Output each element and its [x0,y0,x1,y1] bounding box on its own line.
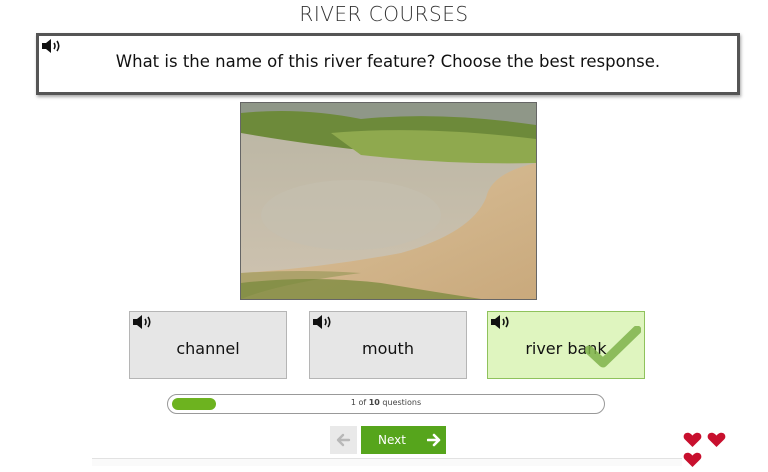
arrow-right-icon [426,433,441,450]
question-box: What is the name of this river feature? … [36,33,740,95]
speaker-icon[interactable] [312,314,334,330]
back-button[interactable] [330,426,357,454]
heart-icon [683,452,702,472]
arrow-left-icon [330,433,357,457]
question-text: What is the name of this river feature? … [115,52,661,71]
river-feature-photo [240,102,537,300]
option-label: mouth [362,339,414,358]
answer-option-mouth[interactable]: mouth [309,311,467,379]
answer-option-channel[interactable]: channel [129,311,287,379]
heart-icon [683,432,702,452]
speaker-icon[interactable] [132,314,154,330]
answer-option-river-bank[interactable]: river bank [487,311,645,379]
option-label: channel [176,339,240,358]
checkmark-icon [584,325,642,372]
progress-bar: 1 of 10 questions [167,394,605,414]
next-button[interactable]: Next [361,426,446,454]
speaker-icon[interactable] [490,314,512,330]
heart-icon [707,432,726,452]
lives-indicator [683,432,745,467]
page-title: RIVER COURSES [299,2,469,26]
progress-text: 1 of 10 questions [350,398,422,407]
next-label: Next [378,433,406,447]
